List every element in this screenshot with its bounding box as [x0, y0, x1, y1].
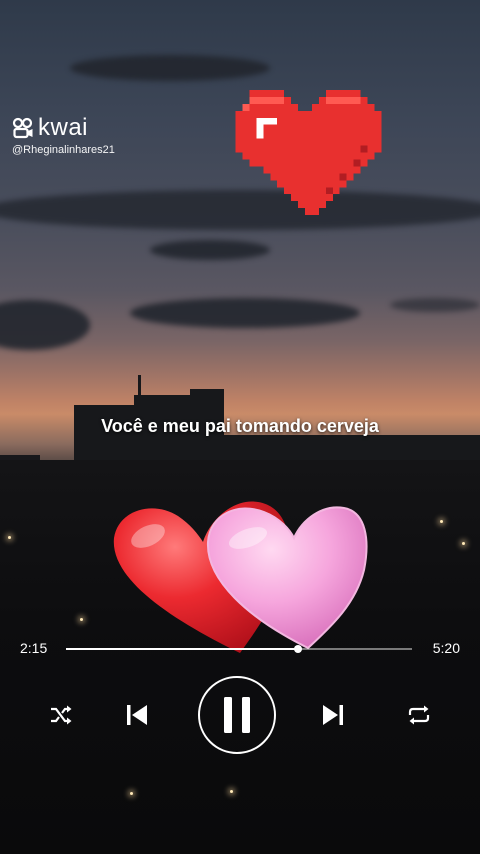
current-time: 2:15: [20, 640, 48, 656]
previous-button[interactable]: [124, 702, 150, 728]
pixel-heart-icon: [235, 90, 382, 216]
seek-bar-thumb[interactable]: [293, 645, 302, 653]
seek-bar[interactable]: [66, 645, 412, 653]
skip-next-icon: [323, 705, 343, 725]
playback-controls: [0, 676, 480, 754]
kwai-logo-icon: [12, 117, 33, 139]
repeat-icon: [408, 705, 430, 725]
playback-progress: 2:15 5:20: [0, 636, 480, 662]
user-handle: @Rheginalinhares21: [12, 144, 115, 156]
brand-name: kwai: [38, 114, 89, 141]
shuffle-button[interactable]: [48, 703, 74, 727]
total-time: 5:20: [432, 640, 460, 656]
pause-button[interactable]: [198, 676, 276, 754]
pause-icon: [224, 697, 250, 733]
shuffle-icon: [51, 705, 72, 725]
skip-previous-icon: [127, 705, 147, 725]
cloud: [390, 298, 480, 312]
cloud: [150, 240, 270, 260]
next-button[interactable]: [320, 702, 346, 728]
cloud: [0, 300, 90, 350]
hearts-icon: [113, 501, 368, 653]
cloud: [70, 55, 270, 81]
seek-bar-fill: [66, 648, 298, 650]
kwai-watermark: kwai @Rheginalinhares21: [12, 116, 122, 157]
cloud: [130, 298, 360, 328]
repeat-button[interactable]: [406, 703, 432, 727]
lyric-caption: Você e meu pai tomando cerveja: [101, 416, 379, 436]
